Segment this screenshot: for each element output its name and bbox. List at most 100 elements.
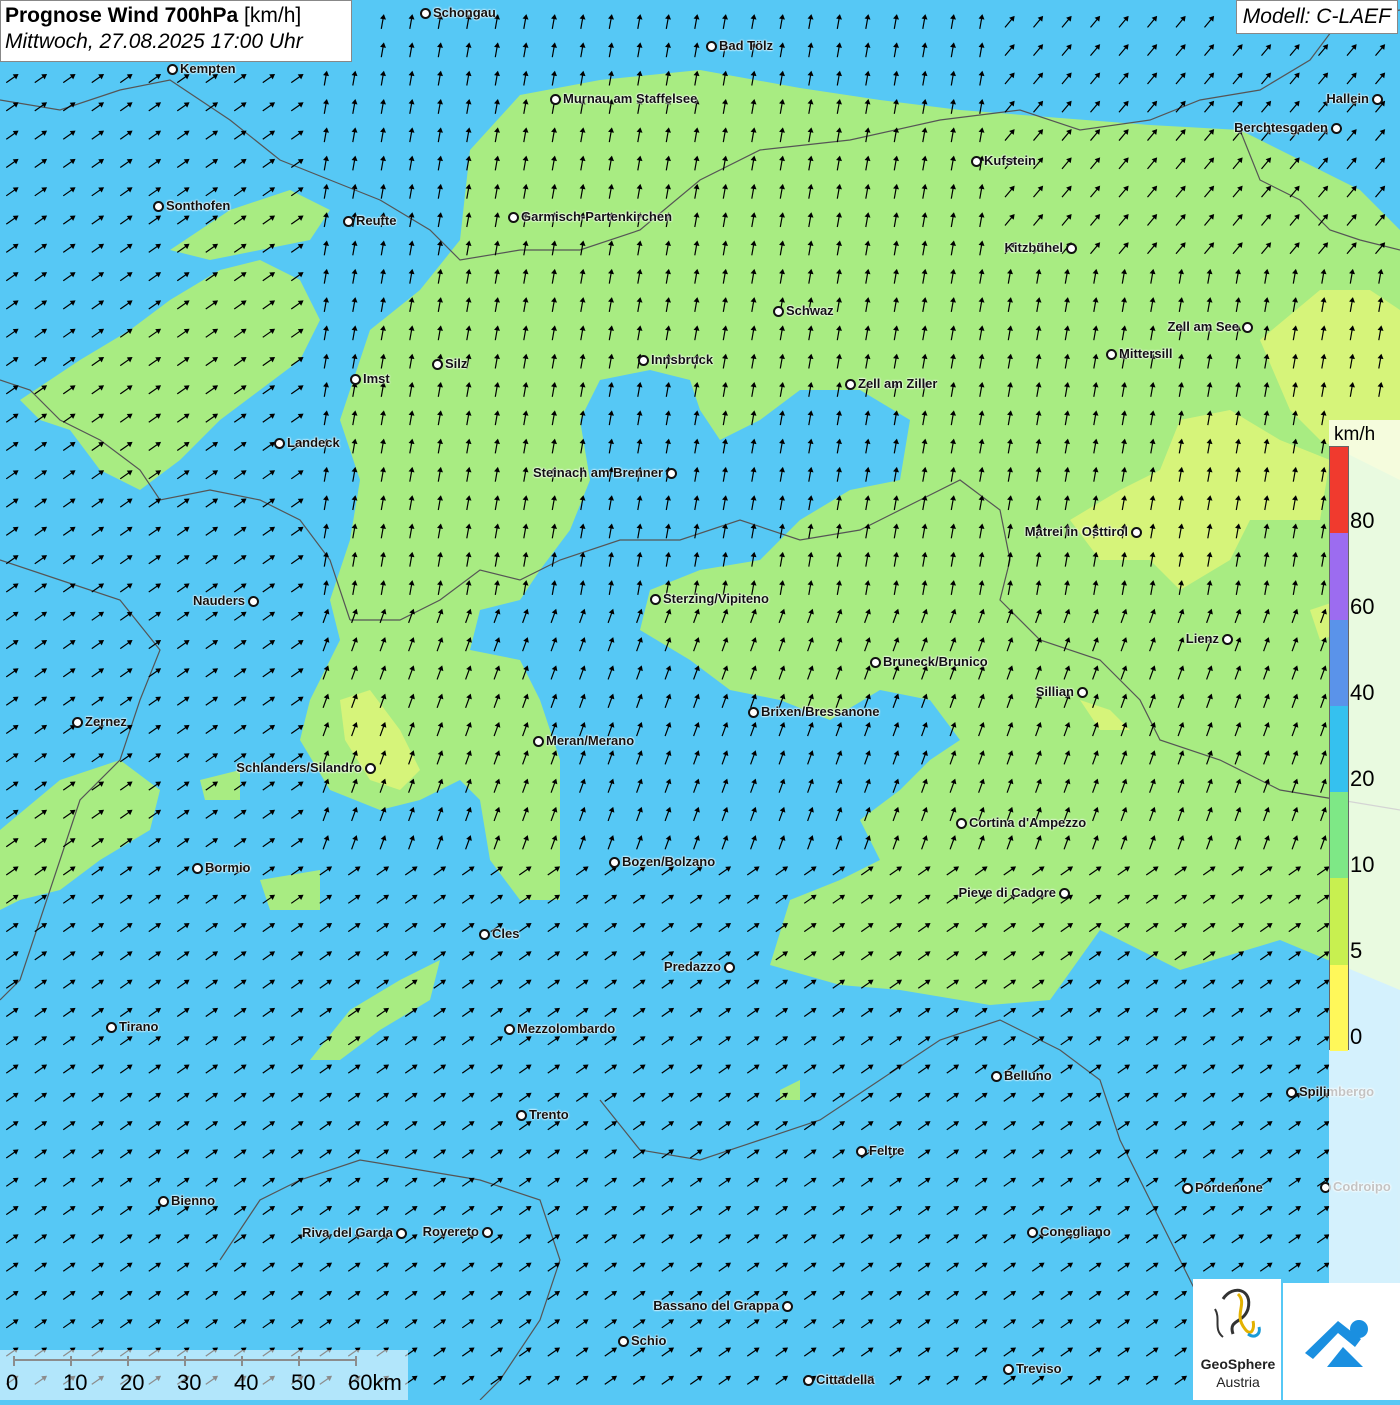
city-marker	[773, 306, 784, 317]
city-marker	[350, 374, 361, 385]
city-marker	[158, 1196, 169, 1207]
city-label: Lienz	[1185, 631, 1219, 646]
city-marker	[1077, 687, 1088, 698]
model-label: Modell: C-LAEF	[1235, 0, 1398, 34]
legend-tick-label: 60	[1350, 594, 1375, 619]
map-title: Prognose Wind 700hPa [km/h]	[5, 4, 347, 28]
city-marker	[533, 736, 544, 747]
city-marker	[482, 1227, 493, 1238]
city-label: Garmisch-Partenkirchen	[521, 209, 673, 224]
city-label: Hallein	[1326, 91, 1369, 106]
city-label: Bormio	[205, 860, 251, 875]
city-label: Bruneck/Brunico	[883, 654, 988, 669]
city-label: Kufstein	[984, 153, 1036, 168]
city-marker	[782, 1301, 793, 1312]
app-arrow-icon	[1305, 1320, 1368, 1367]
scale-bar-label: 30	[177, 1370, 202, 1395]
city-label: Meran/Merano	[546, 733, 635, 748]
city-marker	[479, 929, 490, 940]
map-title-unit: [km/h]	[244, 4, 302, 27]
legend-tick-label: 20	[1350, 766, 1375, 791]
city-marker	[72, 717, 83, 728]
city-label: Reutte	[356, 213, 397, 228]
city-marker	[274, 438, 285, 449]
legend-segment	[1330, 964, 1348, 1051]
scale-bar-label: 50	[291, 1370, 316, 1395]
city-marker	[991, 1071, 1002, 1082]
city-label: Imst	[363, 371, 390, 386]
city-marker	[1131, 527, 1142, 538]
legend-tick-label: 10	[1350, 852, 1375, 877]
city-marker	[1286, 1087, 1297, 1098]
city-marker	[748, 707, 759, 718]
city-marker	[1331, 123, 1342, 134]
legend-segment	[1330, 878, 1348, 965]
city-marker	[638, 355, 649, 366]
city-label: Bozen/Bolzano	[622, 854, 716, 869]
city-label: Schio	[631, 1333, 667, 1348]
city-marker	[1372, 94, 1383, 105]
city-marker	[504, 1024, 515, 1035]
city-label: Feltre	[869, 1143, 905, 1158]
city-label: Steinach am Brenner	[532, 465, 663, 480]
city-marker	[550, 94, 561, 105]
city-marker	[724, 962, 735, 973]
legend-color-bar	[1329, 446, 1349, 1051]
legend-unit: km/h	[1334, 424, 1376, 445]
city-label: Kitzbühel	[1004, 240, 1064, 255]
city-marker	[956, 818, 967, 829]
city-marker	[1059, 888, 1070, 899]
city-label: Sillian	[1035, 684, 1074, 699]
geosphere-swirl-icon	[1214, 1288, 1261, 1338]
legend-segment	[1330, 447, 1348, 534]
scale-bar-label: 60km	[348, 1370, 402, 1395]
city-marker	[618, 1336, 629, 1347]
city-label: Tirano	[119, 1019, 159, 1034]
city-label: Innsbruck	[651, 352, 714, 367]
city-label: Treviso	[1016, 1361, 1062, 1376]
city-marker	[1242, 322, 1253, 333]
city-label: Sonthofen	[166, 198, 231, 213]
legend-tick-label: 0	[1350, 1024, 1363, 1049]
city-marker	[248, 596, 259, 607]
scale-bar	[0, 1350, 408, 1400]
city-marker	[106, 1022, 117, 1033]
city-marker	[343, 216, 354, 227]
city-label: Bassano del Grappa	[653, 1298, 779, 1313]
title-box: Prognose Wind 700hPa [km/h] Mittwoch, 27…	[0, 0, 352, 62]
forecast-datetime: Mittwoch, 27.08.2025 17:00 Uhr	[5, 30, 303, 53]
city-label: Schongau	[433, 5, 496, 20]
city-marker	[396, 1228, 407, 1239]
city-label: Berchtesgaden	[1234, 120, 1328, 135]
geosphere-logo-line1: GeoSphere	[1200, 1356, 1276, 1372]
city-label: Belluno	[1004, 1068, 1052, 1083]
scale-bar-label: 20	[120, 1370, 145, 1395]
city-label: Riva del Garda	[301, 1225, 393, 1240]
city-marker	[1106, 349, 1117, 360]
city-marker	[650, 594, 661, 605]
city-marker	[706, 41, 717, 52]
city-label: Bienno	[171, 1193, 216, 1208]
city-marker	[1066, 243, 1077, 254]
geosphere-logo-line2: Austria	[1216, 1374, 1260, 1390]
city-marker	[845, 379, 856, 390]
city-marker	[609, 857, 620, 868]
city-marker	[1222, 634, 1233, 645]
city-marker	[856, 1146, 867, 1157]
city-marker	[420, 8, 431, 19]
city-label: Mittersill	[1119, 346, 1173, 361]
city-label: Silz	[445, 356, 468, 371]
app-logo[interactable]	[1283, 1283, 1400, 1400]
legend-segment	[1330, 533, 1348, 620]
city-label: Cittadella	[816, 1372, 875, 1387]
city-label: Nauders	[192, 593, 245, 608]
city-label: Schwaz	[786, 303, 834, 318]
city-label: Zell am Ziller	[858, 376, 938, 391]
city-marker	[1027, 1227, 1038, 1238]
city-marker	[803, 1375, 814, 1386]
city-label: Cles	[492, 926, 520, 941]
city-label: Trento	[529, 1107, 569, 1122]
legend-segment	[1330, 792, 1348, 879]
city-label: Pieve di Cadore	[958, 885, 1056, 900]
city-label: Zell am See	[1167, 319, 1239, 334]
